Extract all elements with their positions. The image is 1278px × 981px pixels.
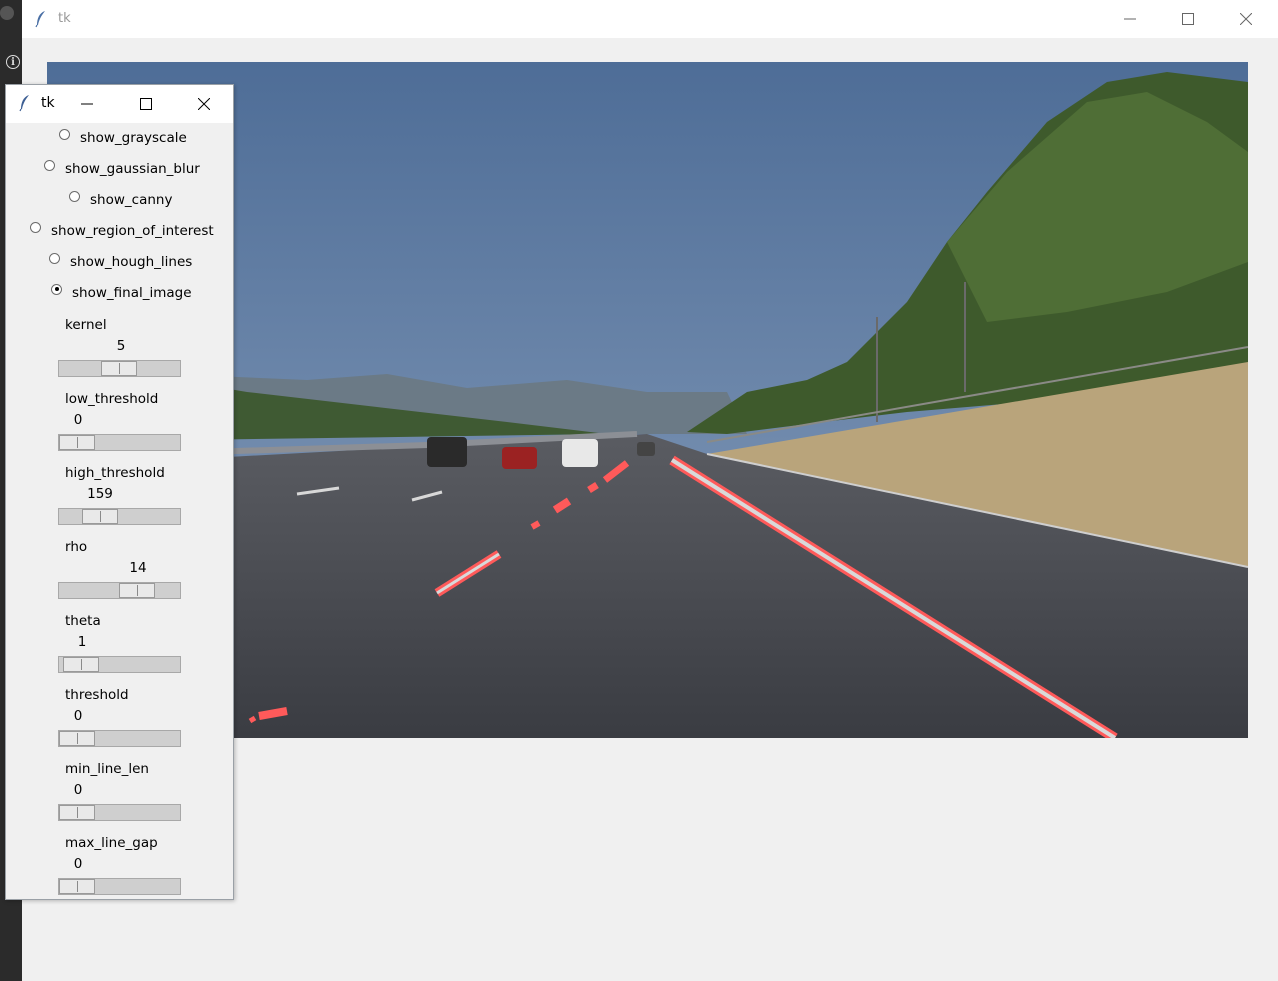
radio-label: show_gaussian_blur <box>65 161 200 177</box>
radio-show-gaussian-blur[interactable]: show_gaussian_blur <box>44 159 200 179</box>
window-title: tk <box>58 11 71 26</box>
controls-titlebar: tk <box>6 85 233 123</box>
slider-label-high-threshold: high_threshold <box>65 465 165 481</box>
radio-label: show_grayscale <box>80 130 187 146</box>
window-title: tk <box>41 95 55 111</box>
minimize-button[interactable] <box>64 85 110 123</box>
slider-thumb[interactable] <box>101 361 137 376</box>
slider-thumb[interactable] <box>119 583 155 598</box>
maximize-icon <box>1182 13 1194 25</box>
radio-show-hough-lines[interactable]: show_hough_lines <box>49 252 192 272</box>
close-button[interactable] <box>181 85 227 123</box>
slider-thumb[interactable] <box>82 509 118 524</box>
slider-low-threshold[interactable] <box>58 434 181 451</box>
radio-show-canny[interactable]: show_canny <box>69 190 172 210</box>
slider-label-low-threshold: low_threshold <box>65 391 159 407</box>
controls-window: tk show_grayscale show_gaussian_blur sho… <box>5 84 234 900</box>
slider-max-line-gap[interactable] <box>58 878 181 895</box>
radio-indicator[interactable] <box>30 221 41 233</box>
radio-show-grayscale[interactable]: show_grayscale <box>59 128 187 148</box>
slider-thumb[interactable] <box>59 435 95 450</box>
close-icon <box>198 98 210 110</box>
close-icon <box>1240 13 1252 25</box>
github-icon[interactable] <box>0 6 14 20</box>
slider-label-theta: theta <box>65 613 101 629</box>
slider-label-min-line-len: min_line_len <box>65 761 149 777</box>
radio-indicator[interactable] <box>49 252 60 264</box>
radio-show-region-of-interest[interactable]: show_region_of_interest <box>30 221 214 241</box>
radio-indicator[interactable] <box>51 283 62 295</box>
maximize-icon <box>140 98 152 110</box>
minimize-icon <box>81 103 93 105</box>
minimize-icon <box>1124 18 1136 20</box>
close-button[interactable] <box>1217 0 1275 38</box>
radio-label: show_region_of_interest <box>51 223 214 239</box>
slider-label-kernel: kernel <box>65 317 107 333</box>
info-icon[interactable]: i <box>6 55 20 69</box>
slider-value-theta: 1 <box>77 634 87 650</box>
radio-label: show_hough_lines <box>70 254 193 270</box>
radio-label: show_canny <box>90 192 173 208</box>
slider-label-threshold: threshold <box>65 687 129 703</box>
radio-indicator[interactable] <box>44 159 55 171</box>
minimize-button[interactable] <box>1101 0 1159 38</box>
tk-feather-icon <box>19 95 29 112</box>
radio-indicator[interactable] <box>69 190 80 202</box>
slider-value-max-line-gap: 0 <box>73 856 83 872</box>
slider-theta[interactable] <box>58 656 181 673</box>
slider-min-line-len[interactable] <box>58 804 181 821</box>
slider-value-rho: 14 <box>129 560 147 576</box>
slider-thumb[interactable] <box>59 879 95 894</box>
slider-high-threshold[interactable] <box>58 508 181 525</box>
radio-show-final-image[interactable]: show_final_image <box>51 283 192 303</box>
slider-value-threshold: 0 <box>73 708 83 724</box>
slider-threshold[interactable] <box>58 730 181 747</box>
tk-feather-icon <box>35 11 45 28</box>
radio-label: show_final_image <box>72 285 192 301</box>
slider-value-min-line-len: 0 <box>73 782 83 798</box>
slider-value-high-threshold: 159 <box>87 486 113 502</box>
slider-thumb[interactable] <box>59 805 95 820</box>
slider-kernel[interactable] <box>58 360 181 377</box>
slider-rho[interactable] <box>58 582 181 599</box>
maximize-button[interactable] <box>1159 0 1217 38</box>
radio-indicator[interactable] <box>59 128 70 140</box>
slider-value-low-threshold: 0 <box>73 412 83 428</box>
slider-thumb[interactable] <box>63 657 99 672</box>
maximize-button[interactable] <box>123 85 169 123</box>
slider-label-max-line-gap: max_line_gap <box>65 835 158 851</box>
slider-value-kernel: 5 <box>116 338 126 354</box>
slider-label-rho: rho <box>65 539 88 555</box>
slider-thumb[interactable] <box>59 731 95 746</box>
main-titlebar: tk <box>22 0 1278 38</box>
